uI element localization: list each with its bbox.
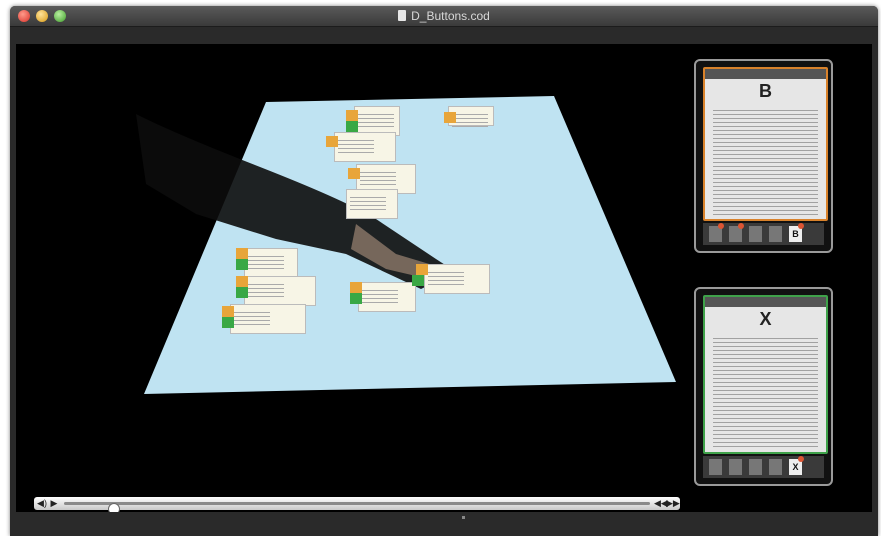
card-tag	[350, 282, 362, 293]
video-control-bar: ◀) ▶ ◀◀ ▶▶	[34, 497, 680, 512]
thumbnail-strip: X	[703, 456, 824, 478]
thumbnail[interactable]	[769, 226, 782, 242]
thumbnail[interactable]	[769, 459, 782, 475]
window-title-area: D_Buttons.cod	[10, 9, 878, 23]
document-toolbar	[705, 297, 826, 307]
card[interactable]	[346, 189, 398, 219]
thumbnail[interactable]	[709, 223, 724, 242]
card[interactable]	[334, 132, 396, 162]
video-frame[interactable]: B B X X ◀) ▶ ◀◀ ▶▶	[16, 44, 872, 512]
document-toolbar	[705, 69, 826, 79]
close-thumbnail-icon[interactable]	[798, 456, 804, 462]
thumbnail-letter: B	[792, 229, 799, 239]
close-thumbnail-icon[interactable]	[718, 223, 724, 229]
close-thumbnail-icon[interactable]	[798, 223, 804, 229]
resize-indicator	[462, 516, 465, 519]
speaker-icon[interactable]: ◀)	[36, 497, 48, 510]
card[interactable]	[230, 304, 306, 334]
close-thumbnail-icon[interactable]	[738, 223, 744, 229]
document-panel-b[interactable]: B B	[694, 59, 833, 253]
card-tag	[236, 248, 248, 259]
window-title: D_Buttons.cod	[411, 9, 490, 23]
thumbnail[interactable]	[729, 223, 744, 242]
thumbnail-strip: B	[703, 223, 824, 245]
document-letter: X	[759, 309, 772, 329]
card-tag	[326, 136, 338, 147]
card-tag	[222, 317, 234, 328]
document-letter: B	[759, 81, 772, 101]
document-page: B	[703, 67, 828, 221]
thumbnail-active[interactable]: B	[789, 223, 804, 242]
card-tag	[412, 275, 424, 286]
app-window: D_Buttons.cod B B X X ◀) ▶ ◀◀ ▶▶	[10, 6, 878, 536]
forward-icon[interactable]: ▶▶	[666, 497, 680, 510]
scrubber-knob[interactable]	[108, 503, 120, 512]
thumbnail[interactable]	[749, 459, 762, 475]
card-tag	[346, 110, 358, 121]
document-panel-x[interactable]: X X	[694, 287, 833, 486]
card[interactable]	[358, 282, 416, 312]
card-tag	[444, 112, 456, 123]
thumbnail[interactable]	[749, 226, 762, 242]
document-text-lines	[713, 107, 818, 215]
thumbnail[interactable]	[729, 459, 742, 475]
card[interactable]	[244, 248, 298, 278]
card[interactable]	[244, 276, 316, 306]
card-tag	[222, 306, 234, 317]
card-tag	[346, 121, 358, 132]
play-icon[interactable]: ▶	[48, 497, 60, 510]
rewind-icon[interactable]: ◀◀	[654, 497, 668, 510]
card[interactable]	[424, 264, 490, 294]
document-page: X	[703, 295, 828, 454]
thumbnail[interactable]	[709, 459, 722, 475]
thumbnail-letter: X	[792, 462, 799, 472]
scrubber-track[interactable]	[64, 502, 650, 512]
card-tag	[236, 287, 248, 298]
document-text-lines	[713, 335, 818, 448]
card-tag	[236, 259, 248, 270]
title-bar: D_Buttons.cod	[10, 6, 878, 27]
thumbnail-active[interactable]: X	[789, 456, 804, 475]
card-tag	[416, 264, 428, 275]
card-tag	[236, 276, 248, 287]
card-tag	[350, 293, 362, 304]
document-icon	[398, 10, 407, 21]
card-tag	[348, 168, 360, 179]
